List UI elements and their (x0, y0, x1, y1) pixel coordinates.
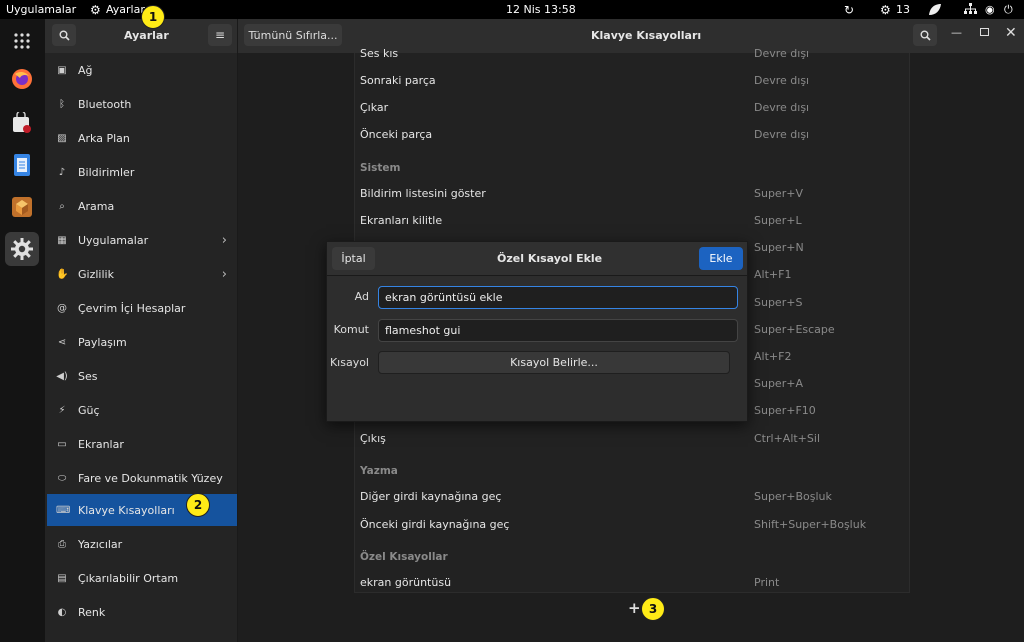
reset-all-button[interactable]: Tümünü Sıfırla... (244, 24, 342, 46)
list-item[interactable]: Önceki girdi kaynağına geç Shift+Super+Bo… (360, 511, 905, 537)
minimize-icon[interactable]: — (951, 26, 962, 39)
refresh-icon[interactable]: ↻ (844, 3, 854, 17)
package-icon[interactable] (6, 191, 38, 223)
share-icon: ⋖ (57, 336, 67, 348)
bluetooth-icon: ᛒ (59, 98, 65, 110)
list-item[interactable]: Bildirim listesini göster Super+V (360, 180, 905, 206)
keyboard-icon: ⌨ (56, 504, 71, 516)
gear-icon: ⚙ (90, 3, 101, 17)
hand-icon: ✋ (56, 268, 69, 280)
sidebar-item-apps[interactable]: ▦ Uygulamalar › (47, 224, 237, 256)
command-field[interactable]: flameshot gui (378, 319, 738, 342)
maximize-icon[interactable] (980, 28, 989, 36)
sidebar-item-displays[interactable]: ▭ Ekranlar (47, 428, 237, 460)
sidebar-item-search[interactable]: ⌕ Arama (47, 190, 237, 222)
sidebar-item-notifications[interactable]: ♪ Bildirimler (47, 156, 237, 188)
sidebar-title: Ayarlar (124, 29, 169, 42)
firefox-icon[interactable] (6, 63, 38, 95)
annotation-badge-2: 2 (186, 493, 210, 517)
name-field[interactable]: ekran görüntüsü ekle (378, 286, 738, 309)
network-icon: ▣ (57, 64, 67, 76)
command-label: Komut (333, 323, 369, 336)
show-apps-icon[interactable] (6, 25, 38, 57)
text-editor-icon[interactable] (6, 149, 38, 181)
record-icon[interactable]: ◉ (985, 3, 995, 16)
bell-icon: ♪ (58, 166, 66, 178)
dock (0, 19, 45, 642)
power-icon: ⚡ (58, 404, 66, 416)
dialog-title: Özel Kısayol Ekle (497, 252, 603, 265)
list-item[interactable]: Diğer girdi kaynağına geç Super+Boşluk (360, 483, 905, 509)
at-icon: @ (57, 302, 67, 314)
shortcut-label: Kısayol (329, 356, 369, 369)
add-custom-shortcut-dialog: İptal Özel Kısayol Ekle Ekle Ad ekran gö… (326, 241, 748, 422)
sidebar-item-power[interactable]: ⚡ Güç (47, 394, 237, 426)
chevron-right-icon: › (221, 266, 227, 282)
sidebar-item-sound[interactable]: ◀) Ses (47, 360, 237, 392)
search-icon[interactable] (913, 24, 937, 46)
background-icon: ▨ (57, 132, 67, 144)
list-item[interactable]: Önceki parça Devre dışı (360, 121, 905, 147)
settings-app-icon[interactable] (5, 232, 39, 266)
sidebar-item-color[interactable]: ◐ Renk (47, 596, 237, 628)
media-icon: ▤ (57, 572, 67, 584)
list-item[interactable]: Ekranları kilitle Super+L (360, 207, 905, 233)
sidebar-item-removable-media[interactable]: ▤ Çıkarılabilir Ortam (47, 562, 237, 594)
section-header-typing: Yazma (360, 465, 398, 477)
display-icon: ▭ (57, 438, 67, 450)
list-item[interactable]: ekran görüntüsü Print (360, 569, 905, 595)
sidebar-item-privacy[interactable]: ✋ Gizlilik › (47, 258, 237, 290)
list-item[interactable]: Sonraki parça Devre dışı (360, 67, 905, 93)
sidebar-item-online-accounts[interactable]: @ Çevrim İçi Hesaplar (47, 292, 237, 324)
sidebar-search-icon[interactable] (52, 24, 76, 46)
add-button[interactable]: Ekle (699, 247, 743, 270)
network-status-icon[interactable] (964, 3, 977, 18)
list-item[interactable]: Ses kıs Devre dışı (360, 40, 905, 66)
close-icon[interactable]: ✕ (1005, 25, 1017, 41)
sidebar-item-mouse[interactable]: ⬭ Fare ve Dokunmatik Yüzey (47, 462, 237, 494)
name-label: Ad (354, 290, 369, 303)
sidebar-item-background[interactable]: ▨ Arka Plan (47, 122, 237, 154)
cancel-button[interactable]: İptal (332, 247, 375, 270)
software-icon[interactable] (6, 107, 38, 139)
list-item[interactable]: Çıkar Devre dışı (360, 94, 905, 120)
sidebar-item-network[interactable]: ▣ Ağ (47, 54, 237, 86)
gear-indicator-icon[interactable]: ⚙ (880, 3, 891, 17)
dialog-header: İptal Özel Kısayol Ekle Ekle (327, 242, 747, 276)
set-shortcut-button[interactable]: Kısayol Belirle... (378, 351, 730, 374)
sidebar-item-printers[interactable]: ⎙ Yazıcılar (47, 528, 237, 560)
clock[interactable]: 12 Nis 13:58 (506, 3, 576, 16)
palette-icon: ◐ (57, 606, 67, 618)
mouse-icon: ⬭ (57, 472, 67, 484)
leaf-icon[interactable] (928, 3, 942, 19)
sidebar-header: Ayarlar ≡ (45, 19, 238, 53)
list-item[interactable]: Çıkış Ctrl+Alt+Sil (360, 425, 905, 451)
search-icon: ⌕ (59, 200, 65, 212)
notification-count: 13 (896, 3, 910, 16)
chevron-right-icon: › (221, 232, 227, 248)
annotation-badge-3: 3 (641, 597, 665, 621)
hamburger-menu-icon[interactable]: ≡ (208, 24, 232, 46)
section-header-custom: Özel Kısayollar (360, 551, 448, 563)
section-header-system: Sistem (360, 162, 401, 174)
activities-button[interactable]: Uygulamalar (6, 3, 76, 16)
add-shortcut-button[interactable]: + (628, 599, 641, 617)
printer-icon: ⎙ (58, 538, 66, 550)
speaker-icon: ◀) (56, 370, 68, 382)
apps-grid-icon: ▦ (57, 234, 67, 246)
sidebar-item-sharing[interactable]: ⋖ Paylaşım (47, 326, 237, 358)
sidebar-item-bluetooth[interactable]: ᛒ Bluetooth (47, 88, 237, 120)
power-menu-icon[interactable]: ⏻ (1004, 3, 1013, 17)
annotation-badge-1: 1 (141, 5, 165, 29)
sidebar: ▣ Ağ ᛒ Bluetooth ▨ Arka Plan ♪ Bildirimler ⌕… (45, 53, 238, 642)
app-menu[interactable]: Ayarlar (106, 3, 145, 16)
